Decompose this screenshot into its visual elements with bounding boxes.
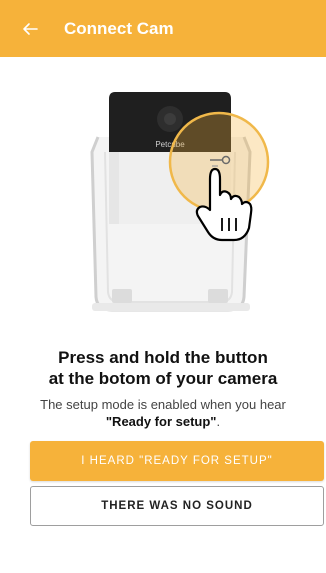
app-bar: Connect Cam (0, 0, 326, 57)
subtext-line-1: The setup mode is enabled when you hear (40, 397, 286, 412)
subtext-bold: "Ready for setup" (105, 414, 217, 429)
arrow-left-icon (23, 22, 38, 35)
back-button[interactable] (0, 0, 60, 57)
instruction-headline: Press and hold the button at the botom o… (0, 347, 326, 389)
subtext-line-2: "Ready for setup". (0, 413, 326, 430)
subtext-end: . (216, 414, 221, 429)
no-sound-button[interactable]: THERE WAS NO SOUND (30, 486, 324, 526)
headline-line-2: at the botom of your camera (48, 369, 278, 388)
headline-line-1: Press and hold the button (58, 348, 268, 367)
instruction-subtext: The setup mode is enabled when you hear … (0, 396, 326, 430)
heard-ready-button[interactable]: I HEARD "READY FOR SETUP" (30, 441, 324, 481)
page-title: Connect Cam (64, 18, 174, 38)
camera-illustration: Petcube (0, 57, 326, 343)
